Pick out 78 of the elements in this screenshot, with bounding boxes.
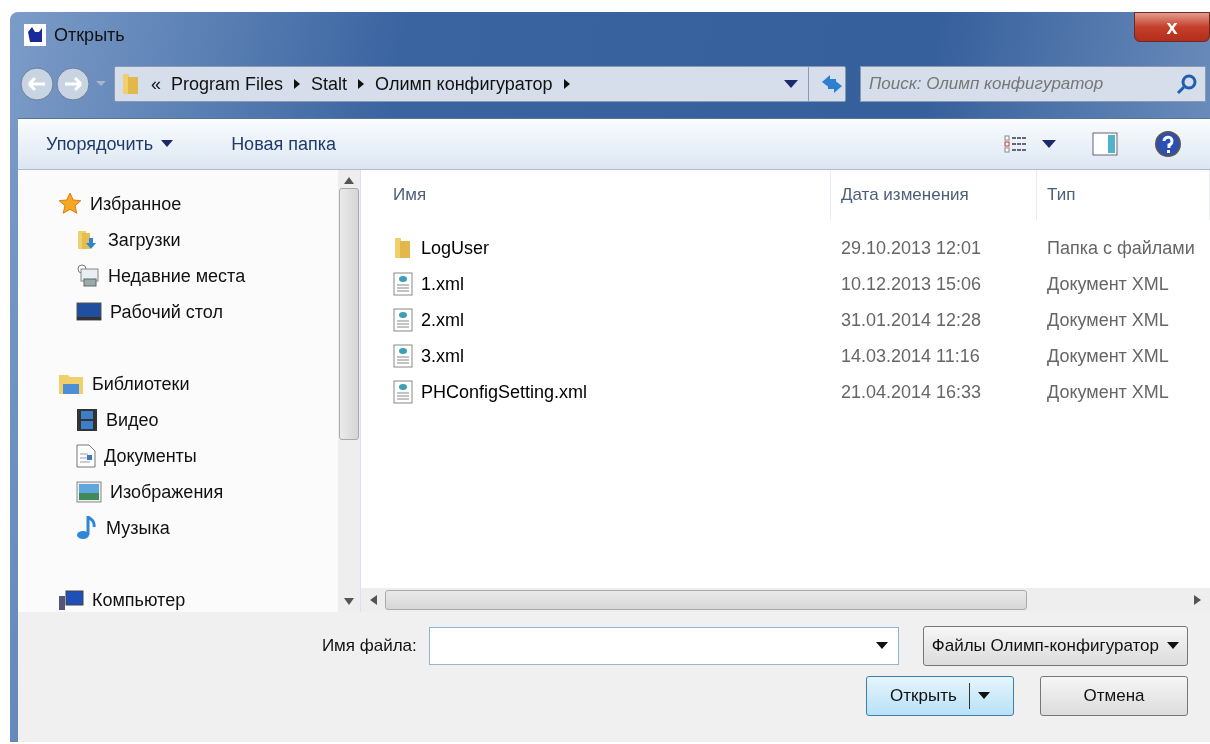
computer-icon <box>58 589 84 611</box>
address-bar[interactable]: « Program Files Stalt Олимп конфигуратор <box>114 66 846 102</box>
help-icon[interactable] <box>1154 130 1182 158</box>
caret-icon[interactable] <box>562 78 571 90</box>
table-cell-text: 10.12.2013 15:06 <box>840 273 983 295</box>
navigation-item[interactable]: Библиотеки <box>58 366 338 402</box>
open-button[interactable]: Открыть <box>866 676 1014 716</box>
breadcrumb[interactable]: Stalt <box>311 73 348 95</box>
file-name[interactable]: LogUser <box>421 237 490 259</box>
vertical-scrollbar[interactable] <box>338 170 360 612</box>
table-cell-text: 31.01.2014 12:28 <box>840 309 983 331</box>
table-cell-text: Документ XML <box>1046 381 1170 403</box>
view-list-icon[interactable] <box>1004 134 1028 154</box>
scroll-up-icon[interactable] <box>344 176 354 184</box>
breadcrumb[interactable]: Олимп конфигуратор <box>375 73 553 95</box>
film-icon <box>76 408 98 432</box>
navigation-buttons[interactable] <box>18 65 108 103</box>
dropdown-caret-icon[interactable] <box>784 80 798 88</box>
caret-icon[interactable] <box>357 78 366 90</box>
table-cell-text: 29.10.2013 12:01 <box>840 237 983 259</box>
navigation-item[interactable]: Изображения <box>58 474 338 510</box>
library-folder-icon <box>58 372 84 396</box>
caret-icon[interactable] <box>161 140 174 148</box>
breadcrumb[interactable]: Program Files <box>171 73 284 95</box>
xml-document-icon <box>393 380 413 404</box>
app-icon <box>24 24 46 46</box>
navigation-item[interactable]: Недавние места <box>58 258 338 294</box>
cancel-button[interactable]: Отмена <box>1040 676 1188 716</box>
new-folder-button[interactable]: Новая папка <box>223 129 345 159</box>
desktop-icon <box>76 301 102 323</box>
organize-menu-button[interactable]: Упорядочить <box>38 129 182 159</box>
caret-icon[interactable] <box>977 692 990 700</box>
table-cell-text: Документ XML <box>1046 345 1170 367</box>
scroll-left-icon[interactable] <box>369 595 377 605</box>
file-name[interactable]: 1.xml <box>421 273 464 295</box>
xml-document-icon <box>393 344 413 368</box>
file-name[interactable]: 3.xml <box>421 345 464 367</box>
search-field[interactable]: Поиск: Олимп конфигуратор <box>860 66 1206 102</box>
image-icon <box>76 481 102 503</box>
table-cell-text: 14.03.2014 11:16 <box>840 345 981 367</box>
column-header[interactable]: Имя <box>361 170 831 220</box>
navigation-item[interactable]: Видео <box>58 402 338 438</box>
table-cell-text: Документ XML <box>1046 309 1170 331</box>
navigation-item[interactable]: Загрузки <box>58 222 338 258</box>
scroll-right-icon[interactable] <box>1194 595 1202 605</box>
navigation-item[interactable]: Рабочий стол <box>58 294 338 330</box>
document-icon <box>76 444 96 468</box>
folder-icon <box>121 72 141 96</box>
table-cell-text: Документ XML <box>1046 273 1170 295</box>
music-note-icon <box>76 516 98 540</box>
file-name-field[interactable] <box>428 627 899 665</box>
star-icon <box>58 192 82 216</box>
search-icon[interactable] <box>1176 73 1198 95</box>
close-button[interactable]: x <box>1134 12 1210 42</box>
navigation-item[interactable]: Избранное <box>58 186 338 222</box>
file-name[interactable]: PHConfigSetting.xml <box>421 381 588 403</box>
folder-icon <box>393 236 413 260</box>
window-title: Открыть <box>54 24 125 46</box>
overflow-chevron[interactable]: « <box>151 73 161 95</box>
table-cell-text: 21.04.2014 16:33 <box>840 381 983 403</box>
column-header[interactable]: Тип <box>1037 170 1210 220</box>
navigation-item[interactable]: Музыка <box>58 510 338 546</box>
navigation-item[interactable]: Компьютер <box>58 582 338 612</box>
view-caret-icon[interactable] <box>1042 140 1056 148</box>
xml-document-icon <box>393 272 413 296</box>
column-header[interactable]: Дата изменения <box>831 170 1037 220</box>
file-name[interactable]: 2.xml <box>421 309 464 331</box>
file-type-dropdown[interactable]: Файлы Олимп-конфигуратор <box>922 626 1188 666</box>
file-name-label: Имя файла: <box>321 636 417 656</box>
xml-document-icon <box>393 308 413 332</box>
caret-icon[interactable] <box>1167 642 1179 650</box>
dropdown-caret-icon[interactable] <box>875 642 888 650</box>
recent-places-icon <box>76 264 100 288</box>
horizontal-scrollbar[interactable] <box>361 588 1210 612</box>
navigation-item[interactable]: Документы <box>58 438 338 474</box>
caret-icon[interactable] <box>293 78 302 90</box>
scroll-down-icon[interactable] <box>344 598 354 606</box>
table-cell-text: Папка с файлами <box>1046 237 1196 259</box>
